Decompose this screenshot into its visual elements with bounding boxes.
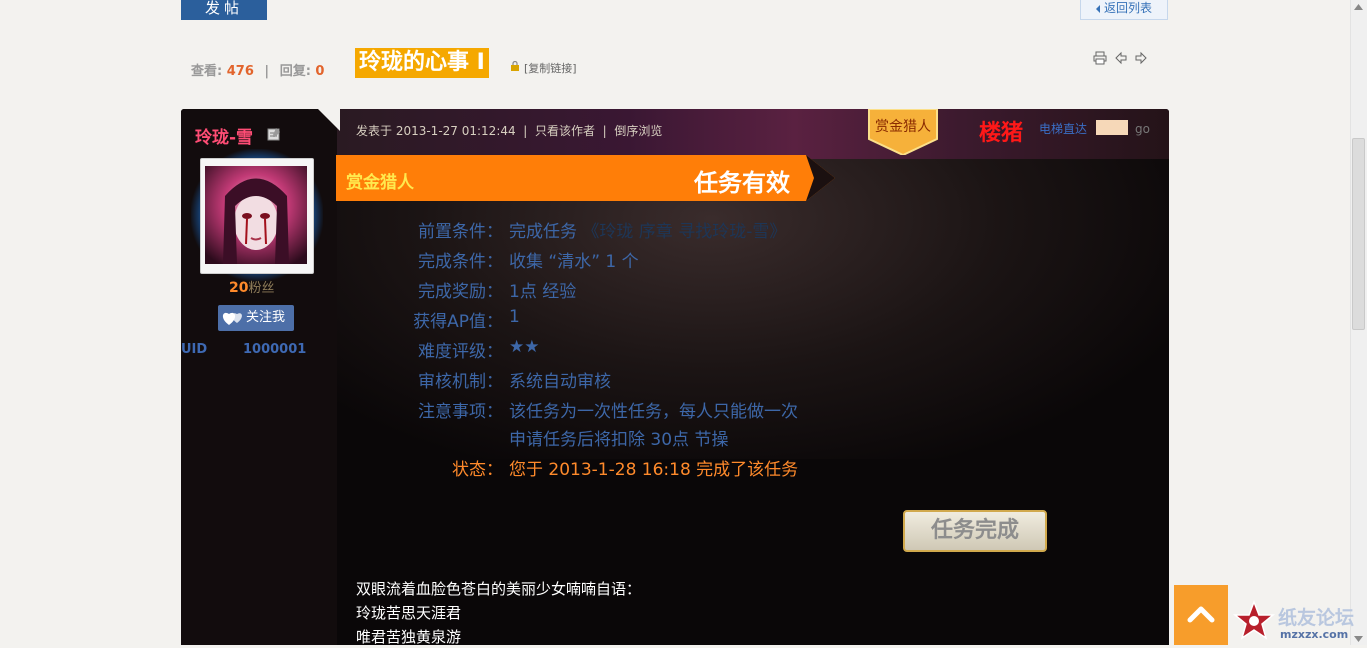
back-to-list-link[interactable]: 返回列表	[1080, 0, 1168, 20]
notes-value-2: 申请任务后将扣除 30点 节操	[509, 430, 729, 450]
review-value: 系统自动审核	[509, 372, 611, 392]
status-label: 状态：	[452, 460, 503, 480]
notes-label: 注意事项：	[418, 402, 503, 422]
elevator-label: 电梯直达	[1039, 122, 1088, 136]
ap-label: 获得AP值：	[413, 312, 503, 332]
floor-label: 楼猪	[979, 121, 1024, 146]
watermark-text: 纸友论坛	[1278, 607, 1355, 629]
site-logo-icon	[1232, 600, 1276, 640]
views-label: 查看:	[191, 64, 223, 79]
task-status: 任务有效	[694, 169, 790, 197]
reward-value: 1点 经验	[509, 282, 577, 302]
fans-label: 粉丝	[248, 281, 275, 296]
heart-icon	[222, 312, 242, 325]
only-author-link[interactable]: 只看该作者	[535, 124, 595, 138]
fans-number: 20	[229, 280, 249, 296]
views-count: 476	[226, 64, 254, 79]
content-line: 玲珑苦思天涯君	[356, 604, 462, 622]
prerequisite-text: 完成任务	[509, 222, 577, 242]
difficulty-label: 难度评级：	[418, 342, 503, 362]
task-type: 赏金猎人	[346, 173, 414, 193]
elevator-input[interactable]	[1096, 120, 1128, 135]
follow-button[interactable]: 关注我	[218, 305, 294, 331]
avatar[interactable]	[205, 166, 307, 264]
chevron-left-icon	[1095, 4, 1100, 13]
post-meta: 发表于 2013-1-27 01:12:44 | 只看该作者 | 倒序浏览	[356, 122, 662, 139]
task-finish-button[interactable]: 任务完成	[903, 510, 1047, 552]
previous-thread-icon[interactable]	[1114, 51, 1128, 65]
status-value: 您于 2013-1-28 16:18 完成了该任务	[509, 460, 799, 480]
user-card-icon[interactable]	[267, 127, 281, 141]
fans-count[interactable]: 20粉丝	[229, 277, 275, 296]
replies-count: 0	[315, 64, 325, 79]
scroll-up-icon[interactable]	[1354, 4, 1363, 10]
completion-condition-label: 完成条件：	[418, 252, 503, 272]
author-name[interactable]: 玲珑-雪	[195, 123, 253, 148]
post-timestamp: 发表于 2013-1-27 01:12:44	[356, 124, 516, 138]
uid-label: UID	[181, 342, 208, 357]
copy-link-button[interactable]: [复制链接]	[524, 60, 577, 76]
ap-value: 1	[509, 307, 520, 327]
back-to-list-label: 返回列表	[1103, 1, 1152, 15]
meta-divider: |	[519, 124, 532, 138]
watermark-url: mzxzx.com	[1280, 628, 1349, 641]
meta-divider: |	[598, 124, 611, 138]
chevron-up-icon	[1187, 606, 1215, 623]
content-line: 双眼流着血脸色苍白的美丽少女喃喃自语：	[356, 580, 642, 598]
lock-icon	[511, 61, 519, 71]
thread-title: 玲珑的心事 I	[355, 48, 489, 78]
print-icon[interactable]	[1093, 51, 1107, 65]
elevator-go-button[interactable]: go	[1135, 122, 1150, 136]
uid-value[interactable]: 1000001	[243, 342, 306, 357]
replies-label: 回复:	[279, 64, 311, 79]
difficulty-value: ★★	[509, 337, 540, 357]
reverse-browse-link[interactable]: 倒序浏览	[614, 124, 662, 138]
prerequisite-task-link[interactable]: 《玲珑 序章 寻找玲珑-雪》	[582, 222, 786, 242]
scroll-thumb[interactable]	[1352, 138, 1365, 330]
content-line: 唯君苦独黄泉游	[356, 628, 462, 645]
completion-condition-value: 收集 “清水” 1 个	[509, 252, 639, 272]
prerequisite-value: 完成任务 《玲珑 序章 寻找玲珑-雪》	[509, 217, 786, 242]
bounty-badge-label: 赏金猎人	[875, 119, 931, 135]
stats-divider: |	[264, 64, 270, 79]
back-to-top-button[interactable]	[1174, 585, 1228, 645]
bounty-hunter-badge: 赏金猎人	[868, 109, 938, 155]
notes-value: 该任务为一次性任务，每人只能做一次	[509, 402, 798, 422]
next-thread-icon[interactable]	[1134, 51, 1148, 65]
prerequisite-label: 前置条件：	[418, 222, 503, 242]
post-container: 玲珑-雪 20粉丝 关注我 UID 1000001 发表于 2013-1-27 …	[181, 109, 1169, 645]
follow-button-label: 关注我	[246, 310, 286, 325]
post-button[interactable]: 发帖	[181, 0, 267, 20]
reward-label: 完成奖励：	[418, 282, 503, 302]
scroll-down-icon[interactable]	[1354, 636, 1363, 642]
thread-stats: 查看: 476 | 回复: 0	[191, 60, 324, 79]
corner-fold	[318, 109, 340, 131]
review-label: 审核机制：	[418, 372, 503, 392]
